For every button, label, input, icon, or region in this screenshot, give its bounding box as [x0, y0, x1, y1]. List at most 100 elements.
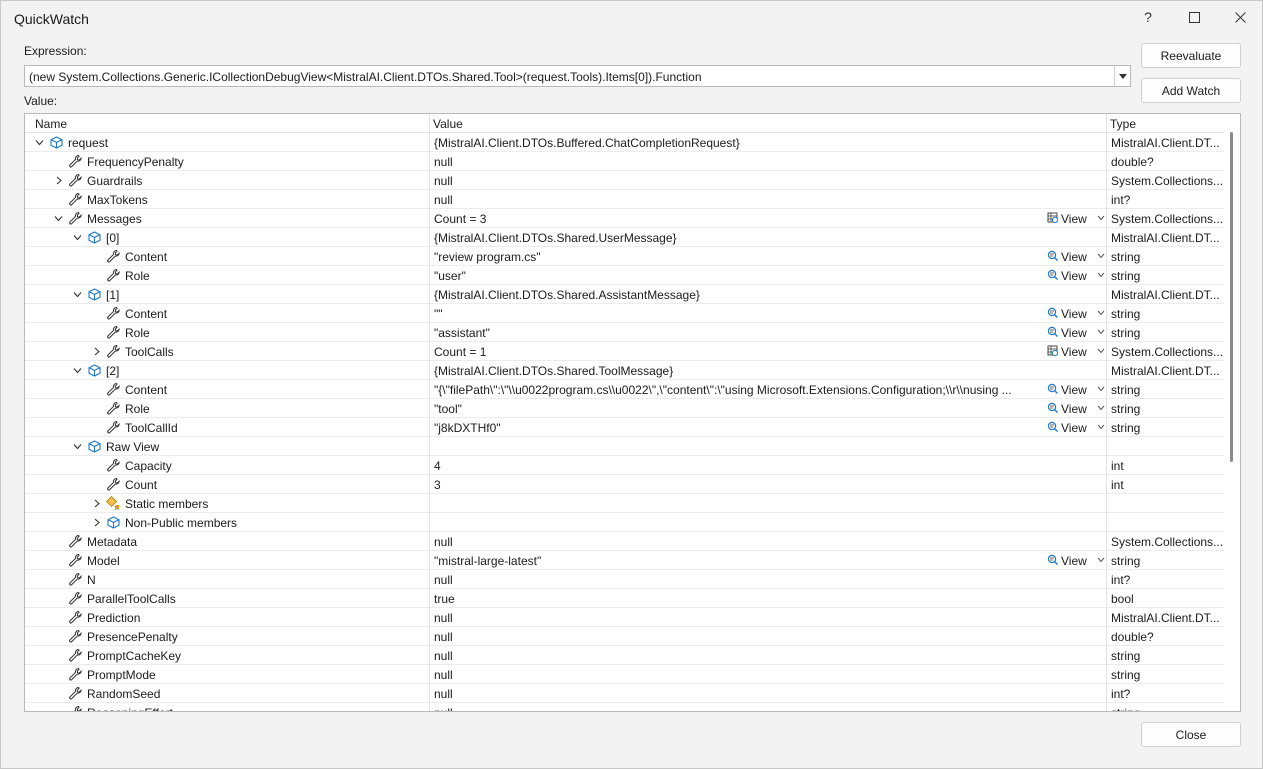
table-row[interactable]: Messages Count = 3 View System.Collections.… [25, 209, 1224, 228]
table-row[interactable]: Role "tool" View string [25, 399, 1224, 418]
table-row[interactable]: Count 3 int [25, 475, 1224, 494]
value-cell[interactable]: Count = 1 View [429, 342, 1106, 361]
table-row[interactable]: MaxTokens null int? [25, 190, 1224, 209]
value-cell[interactable]: "user" View [429, 266, 1106, 285]
chevron-down-icon[interactable] [1097, 348, 1105, 354]
column-header-type[interactable]: Type [1110, 117, 1136, 131]
chevron-down-icon[interactable] [1097, 386, 1105, 392]
value-cell[interactable]: null [429, 684, 1106, 703]
chevron-down-icon[interactable] [1097, 329, 1105, 335]
table-row[interactable]: Role "user" View string [25, 266, 1224, 285]
expression-dropdown-button[interactable] [1114, 66, 1130, 86]
value-cell[interactable]: null [429, 665, 1106, 684]
visualizer-view-button[interactable]: View [1047, 400, 1106, 417]
vertical-scrollbar[interactable] [1224, 114, 1240, 711]
table-row[interactable]: Content "" View string [25, 304, 1224, 323]
chevron-down-icon[interactable] [1097, 557, 1105, 563]
chevron-down-icon[interactable] [73, 442, 82, 451]
visualizer-view-button[interactable]: View [1047, 324, 1106, 341]
visualizer-view-button[interactable]: View [1047, 305, 1106, 322]
expression-input[interactable]: (new System.Collections.Generic.ICollect… [29, 70, 702, 84]
close-button[interactable]: Close [1141, 722, 1241, 747]
visualizer-view-button[interactable]: View [1047, 248, 1106, 265]
table-row[interactable]: Content "review program.cs" View string [25, 247, 1224, 266]
chevron-down-icon[interactable] [1097, 215, 1105, 221]
visualizer-view-button[interactable]: View [1047, 419, 1106, 436]
table-row[interactable]: [1] {MistralAI.Client.DTOs.Shared.Assista… [25, 285, 1224, 304]
chevron-down-icon[interactable] [35, 138, 44, 147]
table-row[interactable]: PresencePenalty null double? [25, 627, 1224, 646]
value-cell[interactable]: "j8kDXTHf0" View [429, 418, 1106, 437]
table-row[interactable]: Capacity 4 int [25, 456, 1224, 475]
visualizer-view-button[interactable]: View [1047, 552, 1106, 569]
value-cell[interactable]: "{\"filePath\":\"\\u0022program.cs\\u002… [429, 380, 1106, 399]
table-row[interactable]: RandomSeed null int? [25, 684, 1224, 703]
table-row[interactable]: FrequencyPenalty null double? [25, 152, 1224, 171]
table-row[interactable]: Role "assistant" View string [25, 323, 1224, 342]
table-row[interactable]: Static members [25, 494, 1224, 513]
value-cell[interactable]: null [429, 570, 1106, 589]
chevron-down-icon[interactable] [73, 366, 82, 375]
value-cell[interactable]: 3 [429, 475, 1106, 494]
visualizer-view-button[interactable]: View [1047, 343, 1106, 360]
chevron-right-icon[interactable] [54, 176, 63, 185]
chevron-right-icon[interactable] [92, 518, 101, 527]
value-cell[interactable]: {MistralAI.Client.DTOs.Shared.UserMessag… [429, 228, 1106, 247]
visualizer-view-button[interactable]: View [1047, 210, 1106, 227]
value-cell[interactable]: 4 [429, 456, 1106, 475]
table-row[interactable]: Non-Public members [25, 513, 1224, 532]
value-cell[interactable]: "" View [429, 304, 1106, 323]
scrollbar-thumb[interactable] [1230, 132, 1233, 462]
chevron-down-icon[interactable] [1097, 310, 1105, 316]
column-header-name[interactable]: Name [35, 117, 67, 131]
value-cell[interactable]: "assistant" View [429, 323, 1106, 342]
value-cell[interactable]: "tool" View [429, 399, 1106, 418]
column-separator[interactable] [1106, 114, 1107, 133]
table-row[interactable]: request {MistralAI.Client.DTOs.Buffered.C… [25, 133, 1224, 152]
value-cell[interactable]: null [429, 532, 1106, 551]
value-cell[interactable]: null [429, 703, 1106, 711]
table-row[interactable]: Metadata null System.Collections... [25, 532, 1224, 551]
value-cell[interactable]: true [429, 589, 1106, 608]
table-row[interactable]: Content "{\"filePath\":\"\\u0022program.c… [25, 380, 1224, 399]
value-cell[interactable]: "mistral-large-latest" View [429, 551, 1106, 570]
table-row[interactable]: Nnull int? [25, 570, 1224, 589]
visualizer-view-button[interactable]: View [1047, 267, 1106, 284]
value-cell[interactable]: {MistralAI.Client.DTOs.Buffered.ChatComp… [429, 133, 1106, 152]
chevron-right-icon[interactable] [92, 347, 101, 356]
chevron-down-icon[interactable] [1097, 272, 1105, 278]
chevron-down-icon[interactable] [73, 233, 82, 242]
table-row[interactable]: [0] {MistralAI.Client.DTOs.Shared.UserMes… [25, 228, 1224, 247]
chevron-right-icon[interactable] [92, 499, 101, 508]
value-cell[interactable] [429, 494, 1106, 513]
table-row[interactable]: Model "mistral-large-latest" View string [25, 551, 1224, 570]
visualizer-view-button[interactable]: View [1047, 381, 1106, 398]
chevron-down-icon[interactable] [54, 214, 63, 223]
table-row[interactable]: Raw View [25, 437, 1224, 456]
value-cell[interactable]: null [429, 627, 1106, 646]
column-header-value[interactable]: Value [433, 117, 463, 131]
maximize-button[interactable] [1171, 1, 1217, 33]
table-row[interactable]: [2] {MistralAI.Client.DTOs.Shared.ToolMes… [25, 361, 1224, 380]
table-row[interactable]: Prediction null MistralAI.Client.DT... [25, 608, 1224, 627]
help-button[interactable]: ? [1125, 1, 1171, 33]
chevron-down-icon[interactable] [1097, 253, 1105, 259]
close-window-button[interactable] [1217, 1, 1263, 33]
column-separator[interactable] [429, 114, 430, 133]
table-row[interactable]: PromptMode null string [25, 665, 1224, 684]
chevron-down-icon[interactable] [1097, 405, 1105, 411]
value-cell[interactable]: null [429, 171, 1106, 190]
value-cell[interactable]: {MistralAI.Client.DTOs.Shared.AssistantM… [429, 285, 1106, 304]
value-cell[interactable]: null [429, 646, 1106, 665]
table-row[interactable]: ToolCalls Count = 1 View System.Collections… [25, 342, 1224, 361]
table-row[interactable]: ReasoningEffort null string [25, 703, 1224, 711]
value-cell[interactable] [429, 513, 1106, 532]
value-cell[interactable]: {MistralAI.Client.DTOs.Shared.ToolMessag… [429, 361, 1106, 380]
value-cell[interactable]: "review program.cs" View [429, 247, 1106, 266]
chevron-down-icon[interactable] [1097, 424, 1105, 430]
table-row[interactable]: ParallelToolCalls true bool [25, 589, 1224, 608]
reevaluate-button[interactable]: Reevaluate [1141, 43, 1241, 68]
add-watch-button[interactable]: Add Watch [1141, 78, 1241, 103]
value-cell[interactable] [429, 437, 1106, 456]
table-row[interactable]: Guardrails null System.Collections... [25, 171, 1224, 190]
